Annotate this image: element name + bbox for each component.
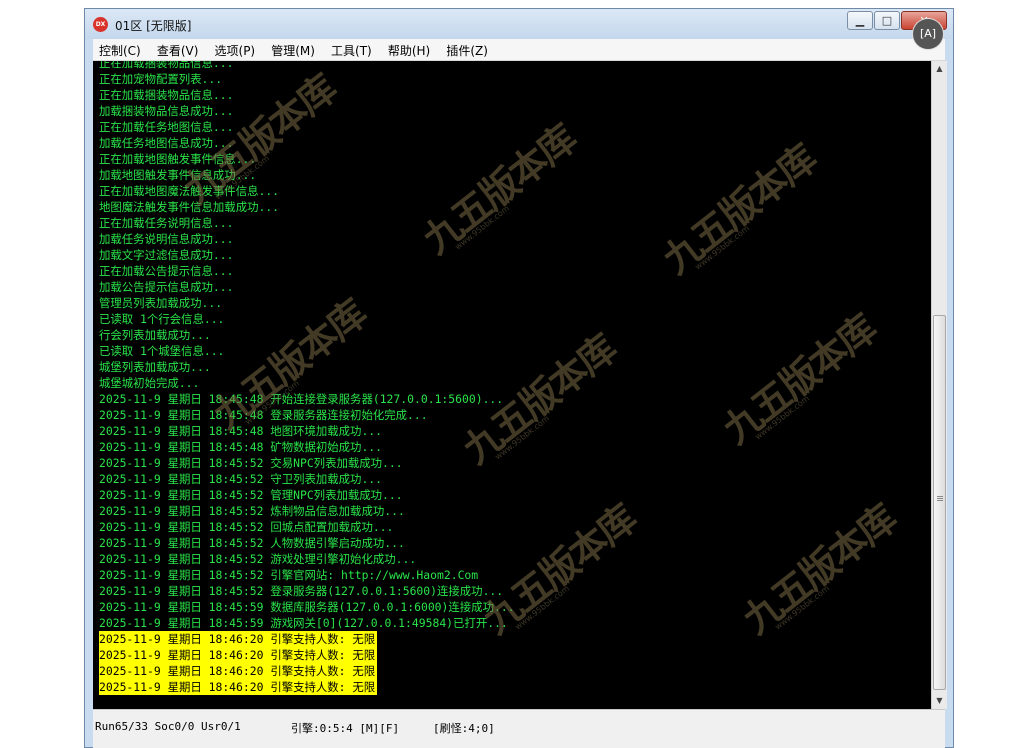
watermark-logo: 九五版本库 www.95bbk.com	[734, 495, 904, 643]
log-line: 已读取 1个城堡信息...	[99, 344, 225, 358]
log-line-highlighted: 2025-11-9 星期日 18:46:20 引擎支持人数: 无限	[99, 647, 378, 663]
log-line: 加载任务地图信息成功...	[99, 136, 234, 150]
server-window: DX 01区 [无限版] ▁ □ ✕ 控制(C) 查看(V) 选项(P) 管理(…	[84, 8, 954, 748]
log-line: 行会列表加载成功...	[99, 328, 211, 342]
log-line: 地图魔法触发事件信息加载成功...	[99, 200, 280, 214]
log-line: 正在加宠物配置列表...	[99, 72, 223, 86]
log-line-highlighted: 2025-11-9 星期日 18:46:20 引擎支持人数: 无限	[99, 663, 378, 679]
scrollbar-thumb[interactable]	[933, 315, 946, 690]
log-line: 2025-11-9 星期日 18:45:48 开始连接登录服务器(127.0.0…	[99, 392, 504, 406]
scroll-down-icon[interactable]: ▼	[932, 693, 947, 709]
minimize-button[interactable]: ▁	[847, 11, 873, 30]
log-line: 2025-11-9 星期日 18:45:48 矿物数据初始成功...	[99, 440, 383, 454]
log-line: 正在加载捆装物品信息...	[99, 61, 234, 70]
log-line: 2025-11-9 星期日 18:45:52 引擎官网站: http://www…	[99, 568, 479, 582]
status-engine: 引擎:0:5:4 [M][F]	[291, 722, 400, 735]
status-refresh: [刷怪:4;0]	[433, 722, 495, 735]
log-line: 2025-11-9 星期日 18:45:59 数据库服务器(127.0.0.1:…	[99, 600, 515, 614]
log-line-highlighted: 2025-11-9 星期日 18:46:20 引擎支持人数: 无限	[99, 631, 378, 647]
log-line: 2025-11-9 星期日 18:45:52 守卫列表加载成功...	[99, 472, 383, 486]
log-line: 2025-11-9 星期日 18:45:52 人物数据引擎启动成功...	[99, 536, 405, 550]
status-bar: Run65/33 Soc0/0 Usr0/1 引擎:0:5:4 [M][F] […	[93, 709, 945, 748]
log-line: 已读取 1个行会信息...	[99, 312, 225, 326]
menu-bar: 控制(C) 查看(V) 选项(P) 管理(M) 工具(T) 帮助(H) 插件(Z…	[93, 39, 945, 61]
log-lines: 正在加载捆装物品信息... 正在加宠物配置列表... 正在加载捆装物品信息... 加载…	[99, 61, 517, 695]
log-line-highlighted: 2025-11-9 星期日 18:46:20 引擎支持人数: 无限	[99, 679, 378, 695]
log-line: 城堡城初始完成...	[99, 376, 200, 390]
log-console[interactable]: 正在加载捆装物品信息... 正在加宠物配置列表... 正在加载捆装物品信息... 加载…	[93, 61, 931, 709]
log-line: 2025-11-9 星期日 18:45:59 游戏网关[0](127.0.0.1…	[99, 616, 508, 630]
log-line: 2025-11-9 星期日 18:45:52 炼制物品信息加载成功...	[99, 504, 405, 518]
menu-control[interactable]: 控制(C)	[93, 39, 141, 59]
scroll-up-icon[interactable]: ▲	[932, 61, 947, 77]
log-line: 城堡列表加载成功...	[99, 360, 211, 374]
menu-tools[interactable]: 工具(T)	[325, 39, 372, 59]
translate-icon[interactable]: [A]	[913, 19, 943, 49]
log-line: 加载文字过滤信息成功...	[99, 248, 234, 262]
log-line: 管理员列表加载成功...	[99, 296, 223, 310]
log-line: 正在加载公告提示信息...	[99, 264, 234, 278]
log-line: 2025-11-9 星期日 18:45:52 游戏处理引擎初始化成功...	[99, 552, 417, 566]
log-line: 2025-11-9 星期日 18:45:52 管理NPC列表加载成功...	[99, 488, 403, 502]
watermark-logo: 九五版本库 www.95bbk.com	[654, 135, 824, 283]
log-line: 2025-11-9 星期日 18:45:52 交易NPC列表加载成功...	[99, 456, 403, 470]
app-icon: DX	[93, 17, 108, 32]
maximize-button[interactable]: □	[874, 11, 900, 30]
log-line: 正在加载地图魔法触发事件信息...	[99, 184, 280, 198]
log-line: 加载公告提示信息成功...	[99, 280, 234, 294]
menu-plugins[interactable]: 插件(Z)	[440, 39, 488, 59]
log-line: 加载捆装物品信息成功...	[99, 104, 234, 118]
status-run: Run65/33 Soc0/0 Usr0/1	[95, 720, 241, 733]
title-bar[interactable]: DX 01区 [无限版] ▁ □ ✕	[85, 9, 953, 39]
log-line: 正在加载捆装物品信息...	[99, 88, 234, 102]
log-line: 2025-11-9 星期日 18:45:48 地图环境加载成功...	[99, 424, 383, 438]
menu-view[interactable]: 查看(V)	[151, 39, 199, 59]
menu-options[interactable]: 选项(P)	[209, 39, 256, 59]
log-line: 加载地图触发事件信息成功...	[99, 168, 257, 182]
log-line: 加载任务说明信息成功...	[99, 232, 234, 246]
watermark-logo: 九五版本库 www.95bbk.com	[714, 305, 884, 453]
log-line: 正在加载任务说明信息...	[99, 216, 234, 230]
log-line: 正在加载任务地图信息...	[99, 120, 234, 134]
log-line: 2025-11-9 星期日 18:45:52 回城点配置加载成功...	[99, 520, 394, 534]
log-line: 2025-11-9 星期日 18:45:48 登录服务器连接初始化完成...	[99, 408, 428, 422]
menu-manage[interactable]: 管理(M)	[265, 39, 315, 59]
menu-help[interactable]: 帮助(H)	[382, 39, 430, 59]
log-line: 正在加载地图触发事件信息...	[99, 152, 257, 166]
vertical-scrollbar[interactable]: ▲ ▼	[931, 61, 947, 709]
window-title: 01区 [无限版]	[115, 19, 192, 33]
log-line: 2025-11-9 星期日 18:45:52 登录服务器(127.0.0.1:5…	[99, 584, 504, 598]
